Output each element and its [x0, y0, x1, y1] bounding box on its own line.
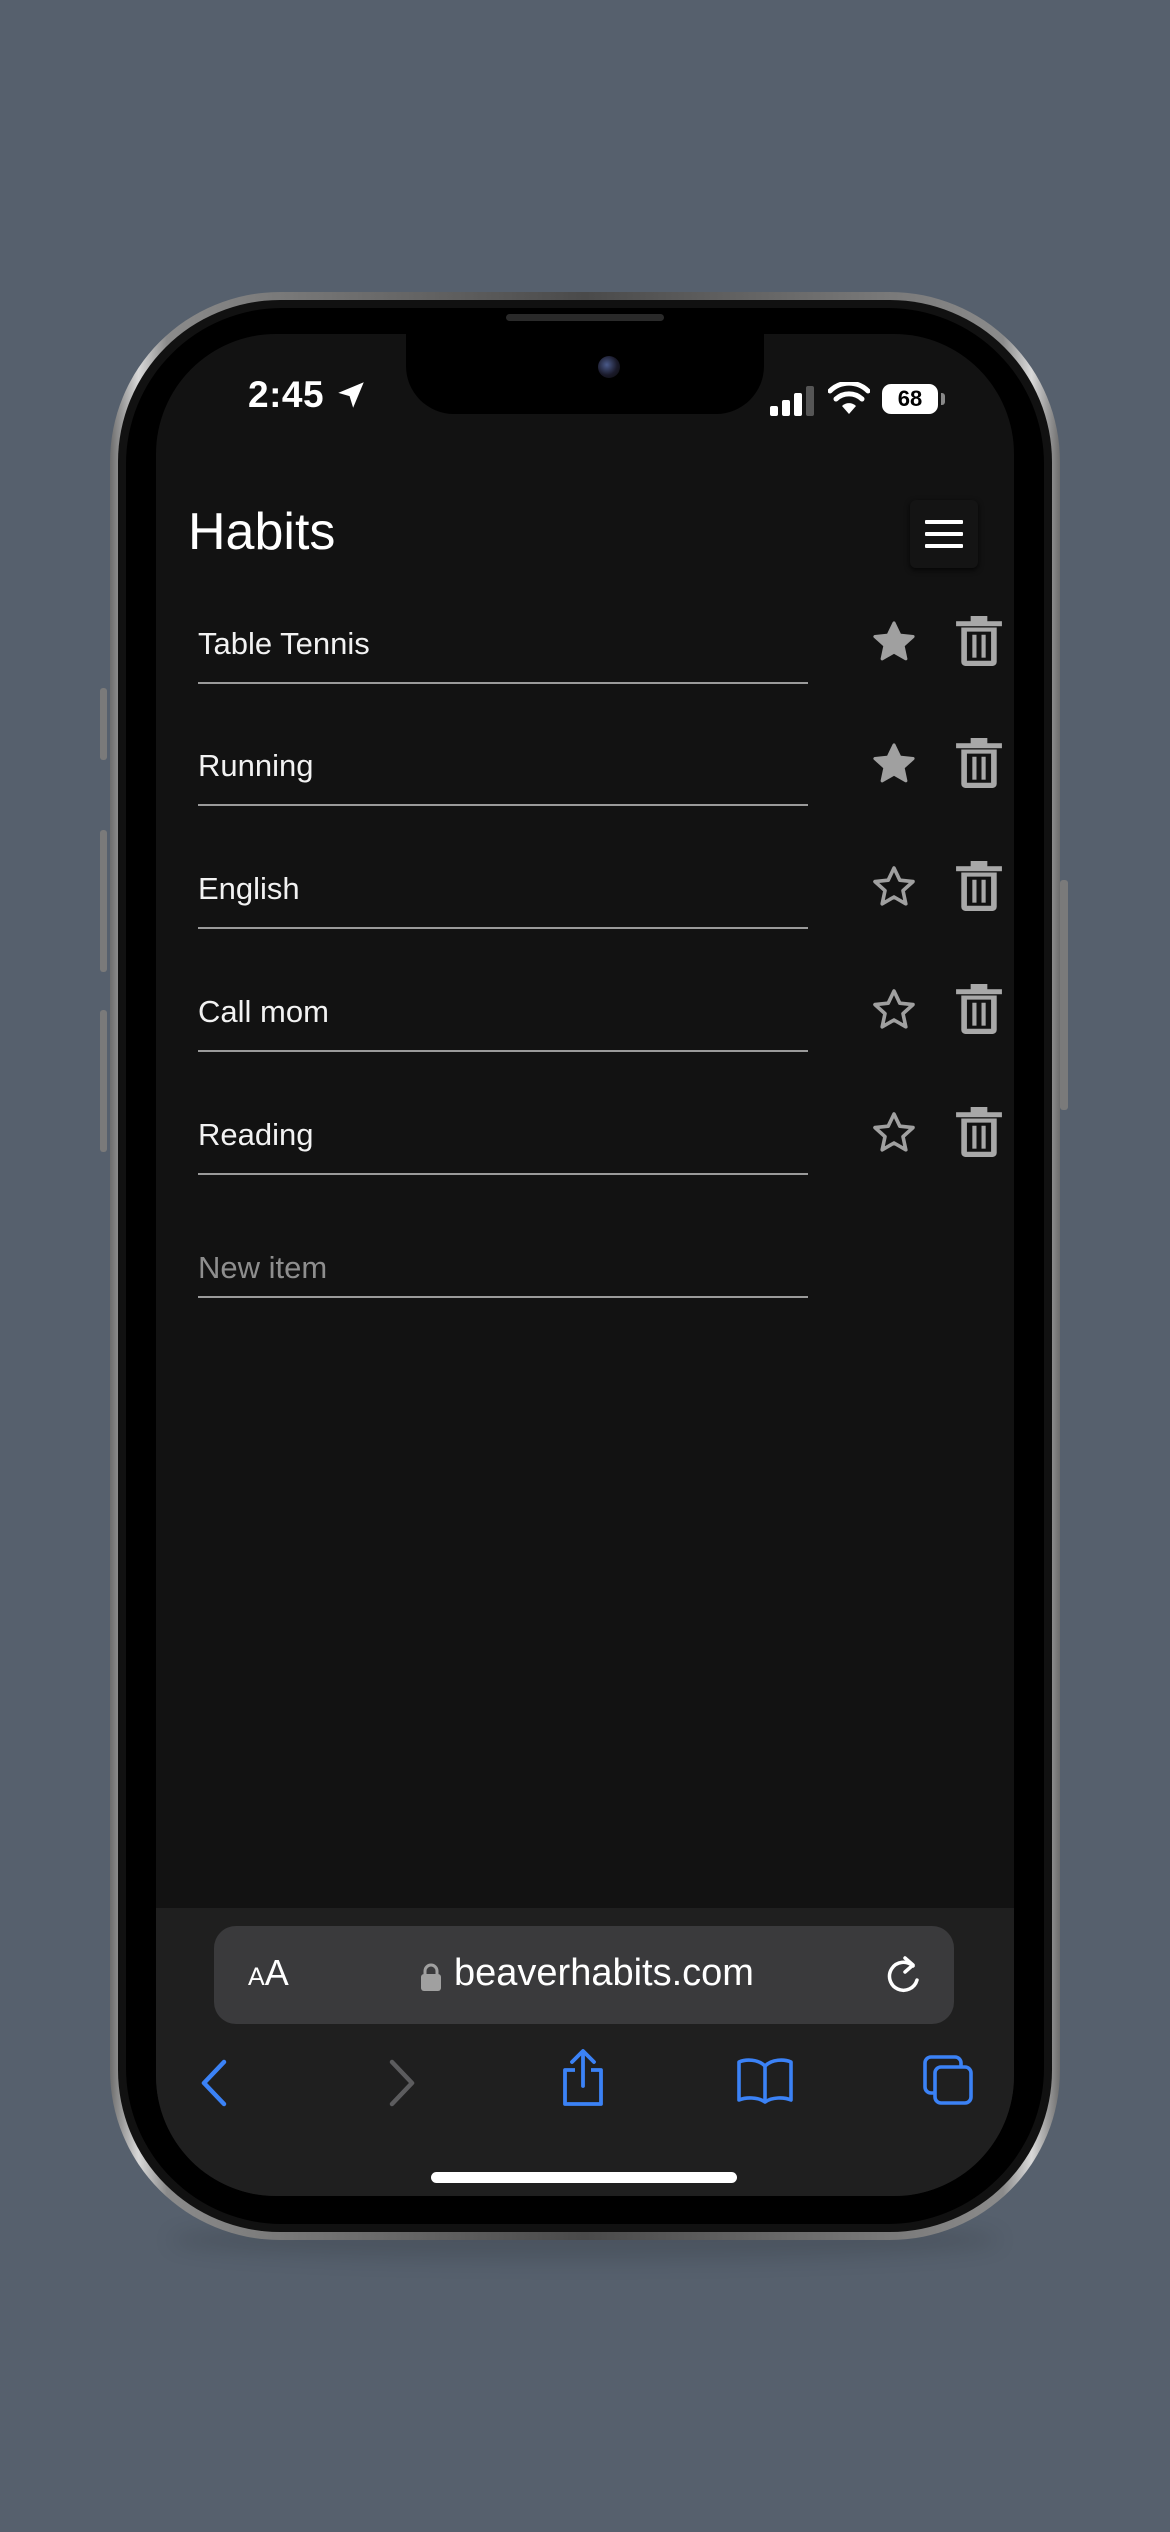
text-size-button[interactable]: AA	[248, 1952, 289, 1994]
new-item-row	[198, 1222, 978, 1332]
volume-down-button	[100, 1010, 107, 1152]
volume-up-button	[100, 830, 107, 972]
text-size-small-a: A	[248, 1963, 265, 1991]
front-camera	[598, 356, 620, 378]
list-item: English	[198, 853, 1002, 963]
reload-icon[interactable]	[882, 1954, 924, 1998]
hamburger-menu-icon-bottom	[925, 544, 963, 548]
input-underline	[198, 682, 808, 684]
habit-name-field[interactable]: Call mom	[198, 994, 329, 1030]
forward-icon[interactable]	[386, 2058, 418, 2108]
list-item: Call mom	[198, 976, 1002, 1086]
list-item: Table Tennis	[198, 608, 1002, 718]
battery-icon: 68	[882, 384, 938, 414]
back-icon[interactable]	[198, 2058, 230, 2108]
page-title: Habits	[188, 503, 336, 561]
habit-name-field[interactable]: Reading	[198, 1117, 313, 1153]
home-indicator	[431, 2172, 737, 2183]
tabs-icon[interactable]	[922, 2054, 974, 2106]
habit-name-field[interactable]: Running	[198, 748, 313, 784]
earpiece-speaker	[506, 314, 664, 321]
input-underline	[198, 1296, 808, 1298]
location-arrow-icon	[338, 382, 364, 408]
share-icon[interactable]	[558, 2048, 608, 2108]
hamburger-menu-icon-middle	[925, 532, 963, 536]
star-filled-icon[interactable]	[870, 618, 918, 666]
trash-icon[interactable]	[956, 1107, 1002, 1157]
address-bar[interactable]: AA beaverhabits.com	[214, 1926, 954, 2024]
trash-icon[interactable]	[956, 738, 1002, 788]
input-underline	[198, 804, 808, 806]
status-time: 2:45	[248, 374, 325, 415]
list-item: Reading	[198, 1099, 1002, 1209]
list-item: Running	[198, 730, 1002, 840]
input-underline	[198, 1050, 808, 1052]
bookmarks-icon[interactable]	[736, 2056, 794, 2104]
star-outline-icon[interactable]	[870, 863, 918, 911]
trash-icon[interactable]	[956, 616, 1002, 666]
input-underline	[198, 1173, 808, 1175]
star-filled-icon[interactable]	[870, 740, 918, 788]
notch	[406, 334, 764, 414]
star-outline-icon[interactable]	[870, 1109, 918, 1157]
wifi-icon	[828, 382, 870, 414]
text-size-large-a: A	[264, 1952, 289, 1993]
url-text[interactable]: beaverhabits.com	[454, 1952, 754, 1995]
phone-screen: 2:45 68 Habits Table Tennis Running Engl…	[156, 334, 1014, 2196]
trash-icon[interactable]	[956, 861, 1002, 911]
battery-tip	[941, 393, 945, 405]
action-button	[100, 688, 107, 760]
habit-name-field[interactable]: English	[198, 871, 300, 907]
safari-toolbar: AA beaverhabits.com	[156, 1908, 1014, 2196]
habit-name-field[interactable]: Table Tennis	[198, 626, 370, 662]
trash-icon[interactable]	[956, 984, 1002, 1034]
input-underline	[198, 927, 808, 929]
star-outline-icon[interactable]	[870, 986, 918, 1034]
power-button	[1060, 880, 1068, 1110]
lock-icon	[421, 1963, 441, 1991]
menu-button[interactable]	[910, 500, 978, 568]
hamburger-menu-icon	[925, 520, 963, 524]
new-item-input[interactable]	[198, 1222, 808, 1296]
cellular-signal-icon	[770, 386, 814, 416]
